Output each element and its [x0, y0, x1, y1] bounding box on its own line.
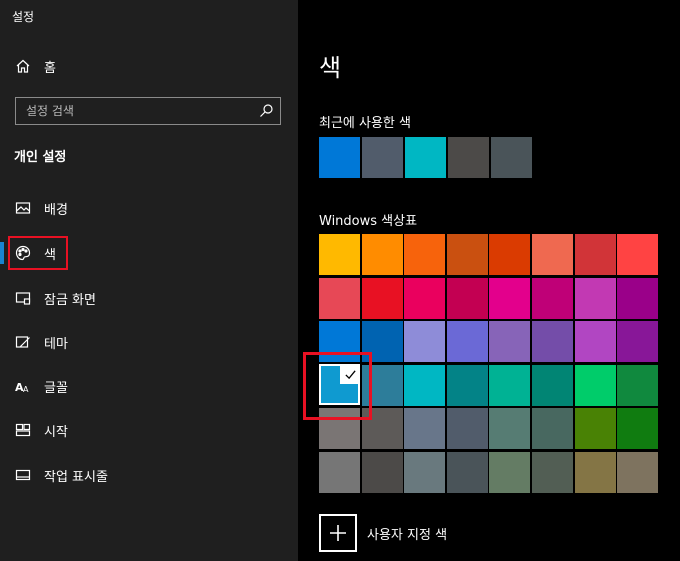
palette-color-swatch[interactable]	[404, 408, 446, 450]
palette-color-swatch[interactable]	[361, 234, 403, 275]
palette-color-swatch[interactable]	[574, 234, 616, 275]
palette-color-swatch[interactable]	[617, 364, 659, 406]
svg-text:A: A	[23, 385, 29, 394]
sidebar-item-theme[interactable]: 테마	[0, 322, 298, 362]
sidebar-item-label: 잠금 화면	[44, 292, 96, 308]
palette-color-swatch[interactable]	[532, 364, 573, 406]
palette-color-swatch[interactable]	[446, 277, 488, 319]
section-title: 개인 설정	[14, 150, 67, 165]
palette-color-swatch[interactable]	[319, 277, 360, 319]
palette-color-swatch[interactable]	[574, 452, 616, 493]
palette-color-swatch[interactable]	[361, 277, 403, 319]
custom-color-label: 사용자 지정 색	[367, 527, 448, 543]
palette-title: Windows 색상표	[319, 214, 418, 229]
palette-color-swatch[interactable]	[404, 452, 446, 493]
palette-color-swatch[interactable]	[574, 408, 616, 450]
sidebar-item-color[interactable]: 색	[0, 233, 298, 273]
lock-screen-icon	[14, 289, 32, 307]
selected-color-swatch[interactable]	[319, 364, 360, 405]
palette-color-swatch[interactable]	[617, 321, 659, 363]
sidebar-item-lock-screen[interactable]: 잠금 화면	[0, 278, 298, 318]
picture-icon	[14, 199, 32, 217]
sidebar-item-start[interactable]: 시작	[0, 410, 298, 450]
nav-home-label: 홈	[44, 60, 56, 76]
font-icon: A A	[14, 377, 32, 395]
palette-color-swatch[interactable]	[446, 321, 488, 363]
taskbar-icon	[14, 466, 32, 484]
search-box[interactable]	[15, 97, 281, 125]
search-icon[interactable]	[258, 103, 274, 119]
palette-color-swatch[interactable]	[617, 234, 659, 275]
palette-color-swatch[interactable]	[489, 321, 531, 363]
palette-color-swatch[interactable]	[446, 234, 488, 275]
palette-color-swatch[interactable]	[617, 408, 659, 450]
recent-color-swatch[interactable]	[405, 137, 446, 178]
palette-color-swatch[interactable]	[532, 234, 573, 275]
recent-colors-title: 최근에 사용한 색	[319, 116, 411, 131]
palette-color-swatch[interactable]	[617, 277, 659, 319]
palette-color-swatch[interactable]	[446, 452, 488, 493]
palette-color-swatch[interactable]	[489, 234, 531, 275]
palette-color-swatch[interactable]	[617, 452, 659, 493]
palette-color-swatch[interactable]	[489, 364, 531, 406]
palette-color-swatch[interactable]	[319, 234, 360, 275]
sidebar-item-label: 시작	[44, 424, 68, 440]
palette-color-swatch[interactable]	[404, 364, 446, 406]
sidebar-item-taskbar[interactable]: 작업 표시줄	[0, 455, 298, 495]
palette-color-swatch[interactable]	[532, 452, 573, 493]
palette-color-swatch[interactable]	[574, 277, 616, 319]
palette-color-swatch[interactable]	[532, 408, 573, 450]
main-panel: 색 최근에 사용한 색 Windows 색상표 사용자 지정 색	[298, 0, 680, 561]
palette-color-swatch[interactable]	[319, 452, 360, 493]
palette-color-swatch[interactable]	[532, 277, 573, 319]
palette-color-swatch[interactable]	[574, 321, 616, 363]
home-icon	[14, 57, 32, 75]
custom-color-button[interactable]: 사용자 지정 색	[319, 514, 447, 552]
sidebar-item-font[interactable]: A A 글꼴	[0, 366, 298, 406]
checkmark-icon	[340, 364, 360, 384]
sidebar-item-background[interactable]: 배경	[0, 188, 298, 228]
sidebar: 설정 홈 개인 설정 배경	[0, 0, 298, 561]
palette-color-swatch[interactable]	[446, 408, 488, 450]
sidebar-item-label: 색	[44, 247, 56, 263]
recent-color-swatch[interactable]	[448, 137, 489, 178]
sidebar-item-label: 글꼴	[44, 380, 68, 396]
nav-home[interactable]: 홈	[0, 46, 298, 86]
sidebar-item-label: 배경	[44, 202, 68, 218]
palette-color-swatch[interactable]	[574, 364, 616, 406]
recent-color-swatch[interactable]	[362, 137, 403, 178]
palette-icon	[14, 244, 32, 262]
recent-color-swatch[interactable]	[319, 137, 360, 178]
sidebar-item-label: 작업 표시줄	[44, 469, 108, 485]
palette-color-swatch[interactable]	[489, 408, 531, 450]
start-grid-icon	[14, 421, 32, 439]
palette-color-swatch[interactable]	[489, 452, 531, 493]
palette-color-swatch[interactable]	[361, 452, 403, 493]
recent-color-swatch[interactable]	[491, 137, 532, 178]
app-title: 설정	[12, 10, 35, 24]
sidebar-item-label: 테마	[44, 336, 68, 352]
page-title: 색	[319, 54, 342, 82]
palette-color-swatch[interactable]	[404, 321, 446, 363]
plus-icon	[319, 514, 357, 552]
palette-color-swatch[interactable]	[404, 277, 446, 319]
palette-color-swatch[interactable]	[404, 234, 446, 275]
palette-color-swatch[interactable]	[489, 277, 531, 319]
palette-color-swatch[interactable]	[532, 321, 573, 363]
theme-brush-icon	[14, 333, 32, 351]
palette-color-swatch[interactable]	[446, 364, 488, 406]
search-input[interactable]	[16, 98, 252, 124]
